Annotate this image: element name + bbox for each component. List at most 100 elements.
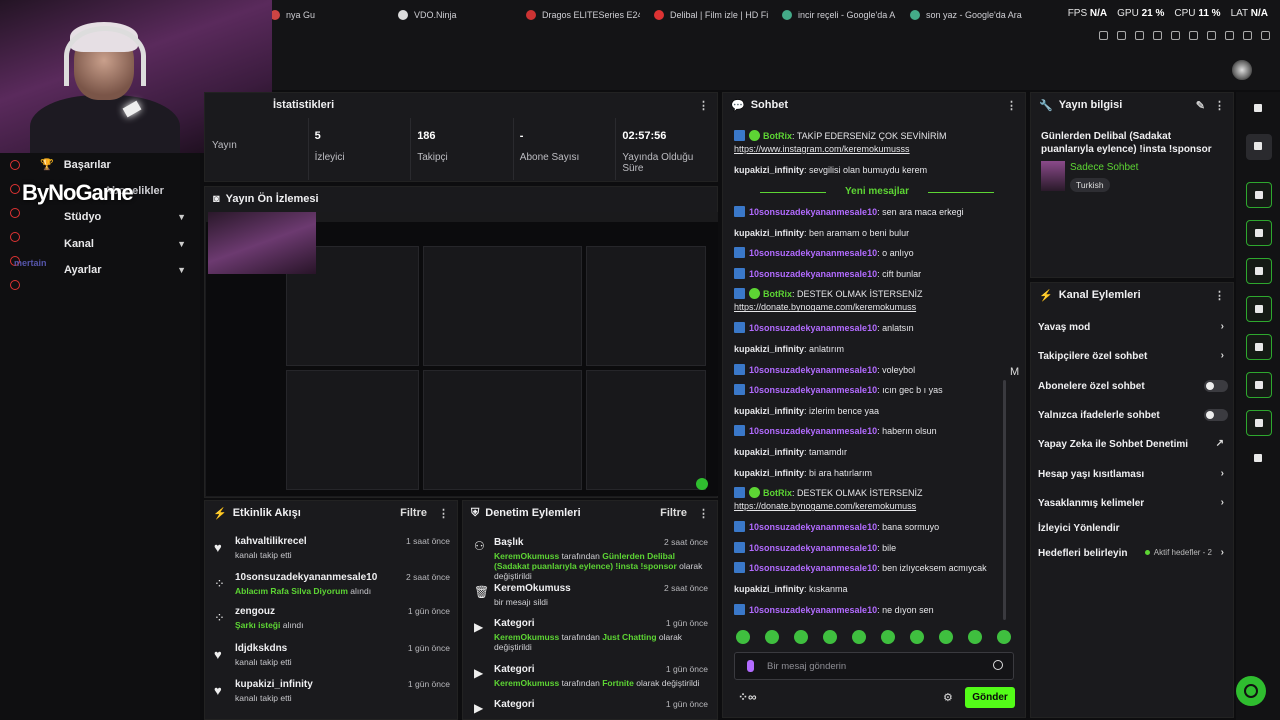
puzzle-icon[interactable] <box>1225 31 1234 40</box>
chat-username[interactable]: 10sonsuzadekyananmesale10 <box>749 269 877 279</box>
more-icon[interactable]: ⋮ <box>1214 289 1225 302</box>
chat-input[interactable] <box>767 658 977 674</box>
sidebar-item-achievements[interactable]: 🏆 Başarılar <box>40 158 190 172</box>
browser-tab[interactable]: Dragos ELITESeries E24 <box>516 4 640 26</box>
chat-username[interactable]: 10sonsuzadekyananmesale10 <box>749 248 877 258</box>
chat-username[interactable]: BotRix <box>763 289 792 299</box>
channel-action-item[interactable]: Yalnızca ifadelerle sohbet <box>1038 409 1228 421</box>
activity-user[interactable]: kahvaltilikrecel <box>235 536 307 547</box>
chat-username[interactable]: kupakizi_infinity <box>734 165 804 175</box>
apps-icon[interactable] <box>1246 446 1272 472</box>
more-icon[interactable]: ⋮ <box>698 99 709 112</box>
chat-username[interactable]: kupakizi_infinity <box>734 447 804 457</box>
document-icon[interactable] <box>1246 258 1272 284</box>
screenshot-icon[interactable] <box>1117 31 1126 40</box>
channel-action-item[interactable]: İzleyici Yönlendir <box>1038 523 1228 534</box>
sidebar-item-settings[interactable]: Ayarlar ▼ <box>64 264 190 276</box>
printer-icon[interactable] <box>1246 372 1272 398</box>
chat-link[interactable]: https://donate.bynogame.com/keremokumuss <box>734 302 916 312</box>
chat-username[interactable]: 10sonsuzadekyananmesale10 <box>749 563 877 573</box>
emote-icon[interactable] <box>910 630 924 644</box>
pin-icon[interactable] <box>1099 31 1108 40</box>
channel-action-item[interactable]: Yapay Zeka ile Sohbet Denetimi ↗ <box>1038 438 1228 450</box>
stream-category[interactable]: Sadece Sohbet <box>1070 162 1138 173</box>
browser-tab[interactable]: VDO.Ninja <box>388 4 512 26</box>
chat-username[interactable]: 10sonsuzadekyananmesale10 <box>749 522 877 532</box>
cube-icon[interactable] <box>1207 31 1216 40</box>
more-icon[interactable]: ⋮ <box>1214 99 1225 112</box>
shield-icon[interactable] <box>1135 31 1144 40</box>
chat-username[interactable]: kupakizi_infinity <box>734 406 804 416</box>
moderator-name[interactable]: KeremOkumuss <box>494 678 559 688</box>
send-button[interactable]: Gönder <box>965 687 1015 708</box>
chat-username[interactable]: 10sonsuzadekyananmesale10 <box>749 365 877 375</box>
camera-icon[interactable] <box>1246 182 1272 208</box>
send-icon[interactable] <box>1171 31 1180 40</box>
sidebar-item-channel[interactable]: Kanal ▼ <box>64 238 190 250</box>
emote-icon[interactable] <box>794 630 808 644</box>
moderator-name[interactable]: KeremOkumuss <box>494 632 559 642</box>
play-icon[interactable] <box>1153 31 1162 40</box>
chat-username[interactable]: kupakizi_infinity <box>734 468 804 478</box>
filter-button[interactable]: Filtre <box>660 507 687 519</box>
emote-icon[interactable] <box>968 630 982 644</box>
play-icon[interactable] <box>696 478 708 490</box>
chat-username[interactable]: BotRix <box>763 488 792 498</box>
channel-action-item[interactable]: Yasaklanmış kelimeler › <box>1038 497 1228 509</box>
channel-action-item[interactable]: Takipçilere özel sohbet › <box>1038 350 1228 362</box>
channel-action-item[interactable]: Hesap yaşı kısıtlaması › <box>1038 468 1228 480</box>
activity-user[interactable]: 10sonsuzadekyananmesale10 <box>235 572 377 583</box>
chat-username[interactable]: BotRix <box>763 131 792 141</box>
sidebar-item-studio[interactable]: Stüdyo ▼ <box>64 211 190 223</box>
chat-scrollbar[interactable] <box>1003 380 1006 620</box>
user-avatar[interactable] <box>1232 60 1252 80</box>
emote-icon[interactable] <box>736 630 750 644</box>
infinity-icon[interactable]: ⁘∞ <box>738 690 757 704</box>
chat-username[interactable]: 10sonsuzadekyananmesale10 <box>749 323 877 333</box>
emote-icon[interactable] <box>852 630 866 644</box>
wrench-icon[interactable] <box>1246 410 1272 436</box>
emote-icon[interactable] <box>997 630 1011 644</box>
filter-button[interactable]: Filtre <box>400 507 427 519</box>
chat-username[interactable]: 10sonsuzadekyananmesale10 <box>749 543 877 553</box>
edit-icon[interactable]: ✎ <box>1196 99 1205 112</box>
help-icon[interactable] <box>1236 676 1266 706</box>
chat-username[interactable]: kupakizi_infinity <box>734 344 804 354</box>
heart-icon[interactable] <box>1189 31 1198 40</box>
activity-user[interactable]: kupakizi_infinity <box>235 679 313 690</box>
more-icon[interactable]: ⋮ <box>438 507 449 520</box>
edit-icon[interactable] <box>1246 134 1272 160</box>
more-icon[interactable]: ⋮ <box>1006 99 1017 112</box>
microphone-icon[interactable] <box>747 660 754 672</box>
info-icon[interactable] <box>1246 96 1272 122</box>
broadcast-icon[interactable] <box>1246 334 1272 360</box>
stream-preview[interactable] <box>206 212 718 496</box>
toggle-switch[interactable] <box>1204 409 1228 421</box>
emote-icon[interactable] <box>881 630 895 644</box>
moderator-name[interactable]: KeremOkumuss <box>494 551 559 561</box>
chat-username[interactable]: 10sonsuzadekyananmesale10 <box>749 385 877 395</box>
gear-icon[interactable]: ⚙ <box>943 691 953 704</box>
chat-icon[interactable] <box>1246 296 1272 322</box>
browser-tab[interactable]: incir reçeli - Google'da A <box>772 4 896 26</box>
channel-action-item[interactable]: Yavaş mod › <box>1038 321 1228 333</box>
chat-username[interactable]: kupakizi_infinity <box>734 228 804 238</box>
toggle-switch[interactable] <box>1204 380 1228 392</box>
channel-action-item[interactable]: Abonelere özel sohbet <box>1038 380 1228 392</box>
menu-icon[interactable] <box>1261 31 1270 40</box>
browser-tab[interactable]: nya Gu <box>260 4 384 26</box>
download-icon[interactable] <box>1243 31 1252 40</box>
chat-username[interactable]: kupakizi_infinity <box>734 584 804 594</box>
channel-action-item[interactable]: Hedefleri belirleyin › Aktif hedefler - 2 <box>1038 547 1228 559</box>
browser-tab[interactable]: son yaz - Google'da Ara <box>900 4 1024 26</box>
chat-username[interactable]: 10sonsuzadekyananmesale10 <box>749 207 877 217</box>
emote-icon[interactable] <box>765 630 779 644</box>
chat-username[interactable]: 10sonsuzadekyananmesale10 <box>749 426 877 436</box>
chat-username[interactable]: 10sonsuzadekyananmesale10 <box>749 605 877 615</box>
chat-link[interactable]: https://www.instagram.com/keremokumusss <box>734 144 910 154</box>
emote-icon[interactable] <box>939 630 953 644</box>
activity-user[interactable]: zengouz <box>235 606 275 617</box>
bolt-icon[interactable] <box>1246 220 1272 246</box>
emote-icon[interactable] <box>823 630 837 644</box>
browser-tab[interactable]: Delibal | Film izle | HD Fil <box>644 4 768 26</box>
